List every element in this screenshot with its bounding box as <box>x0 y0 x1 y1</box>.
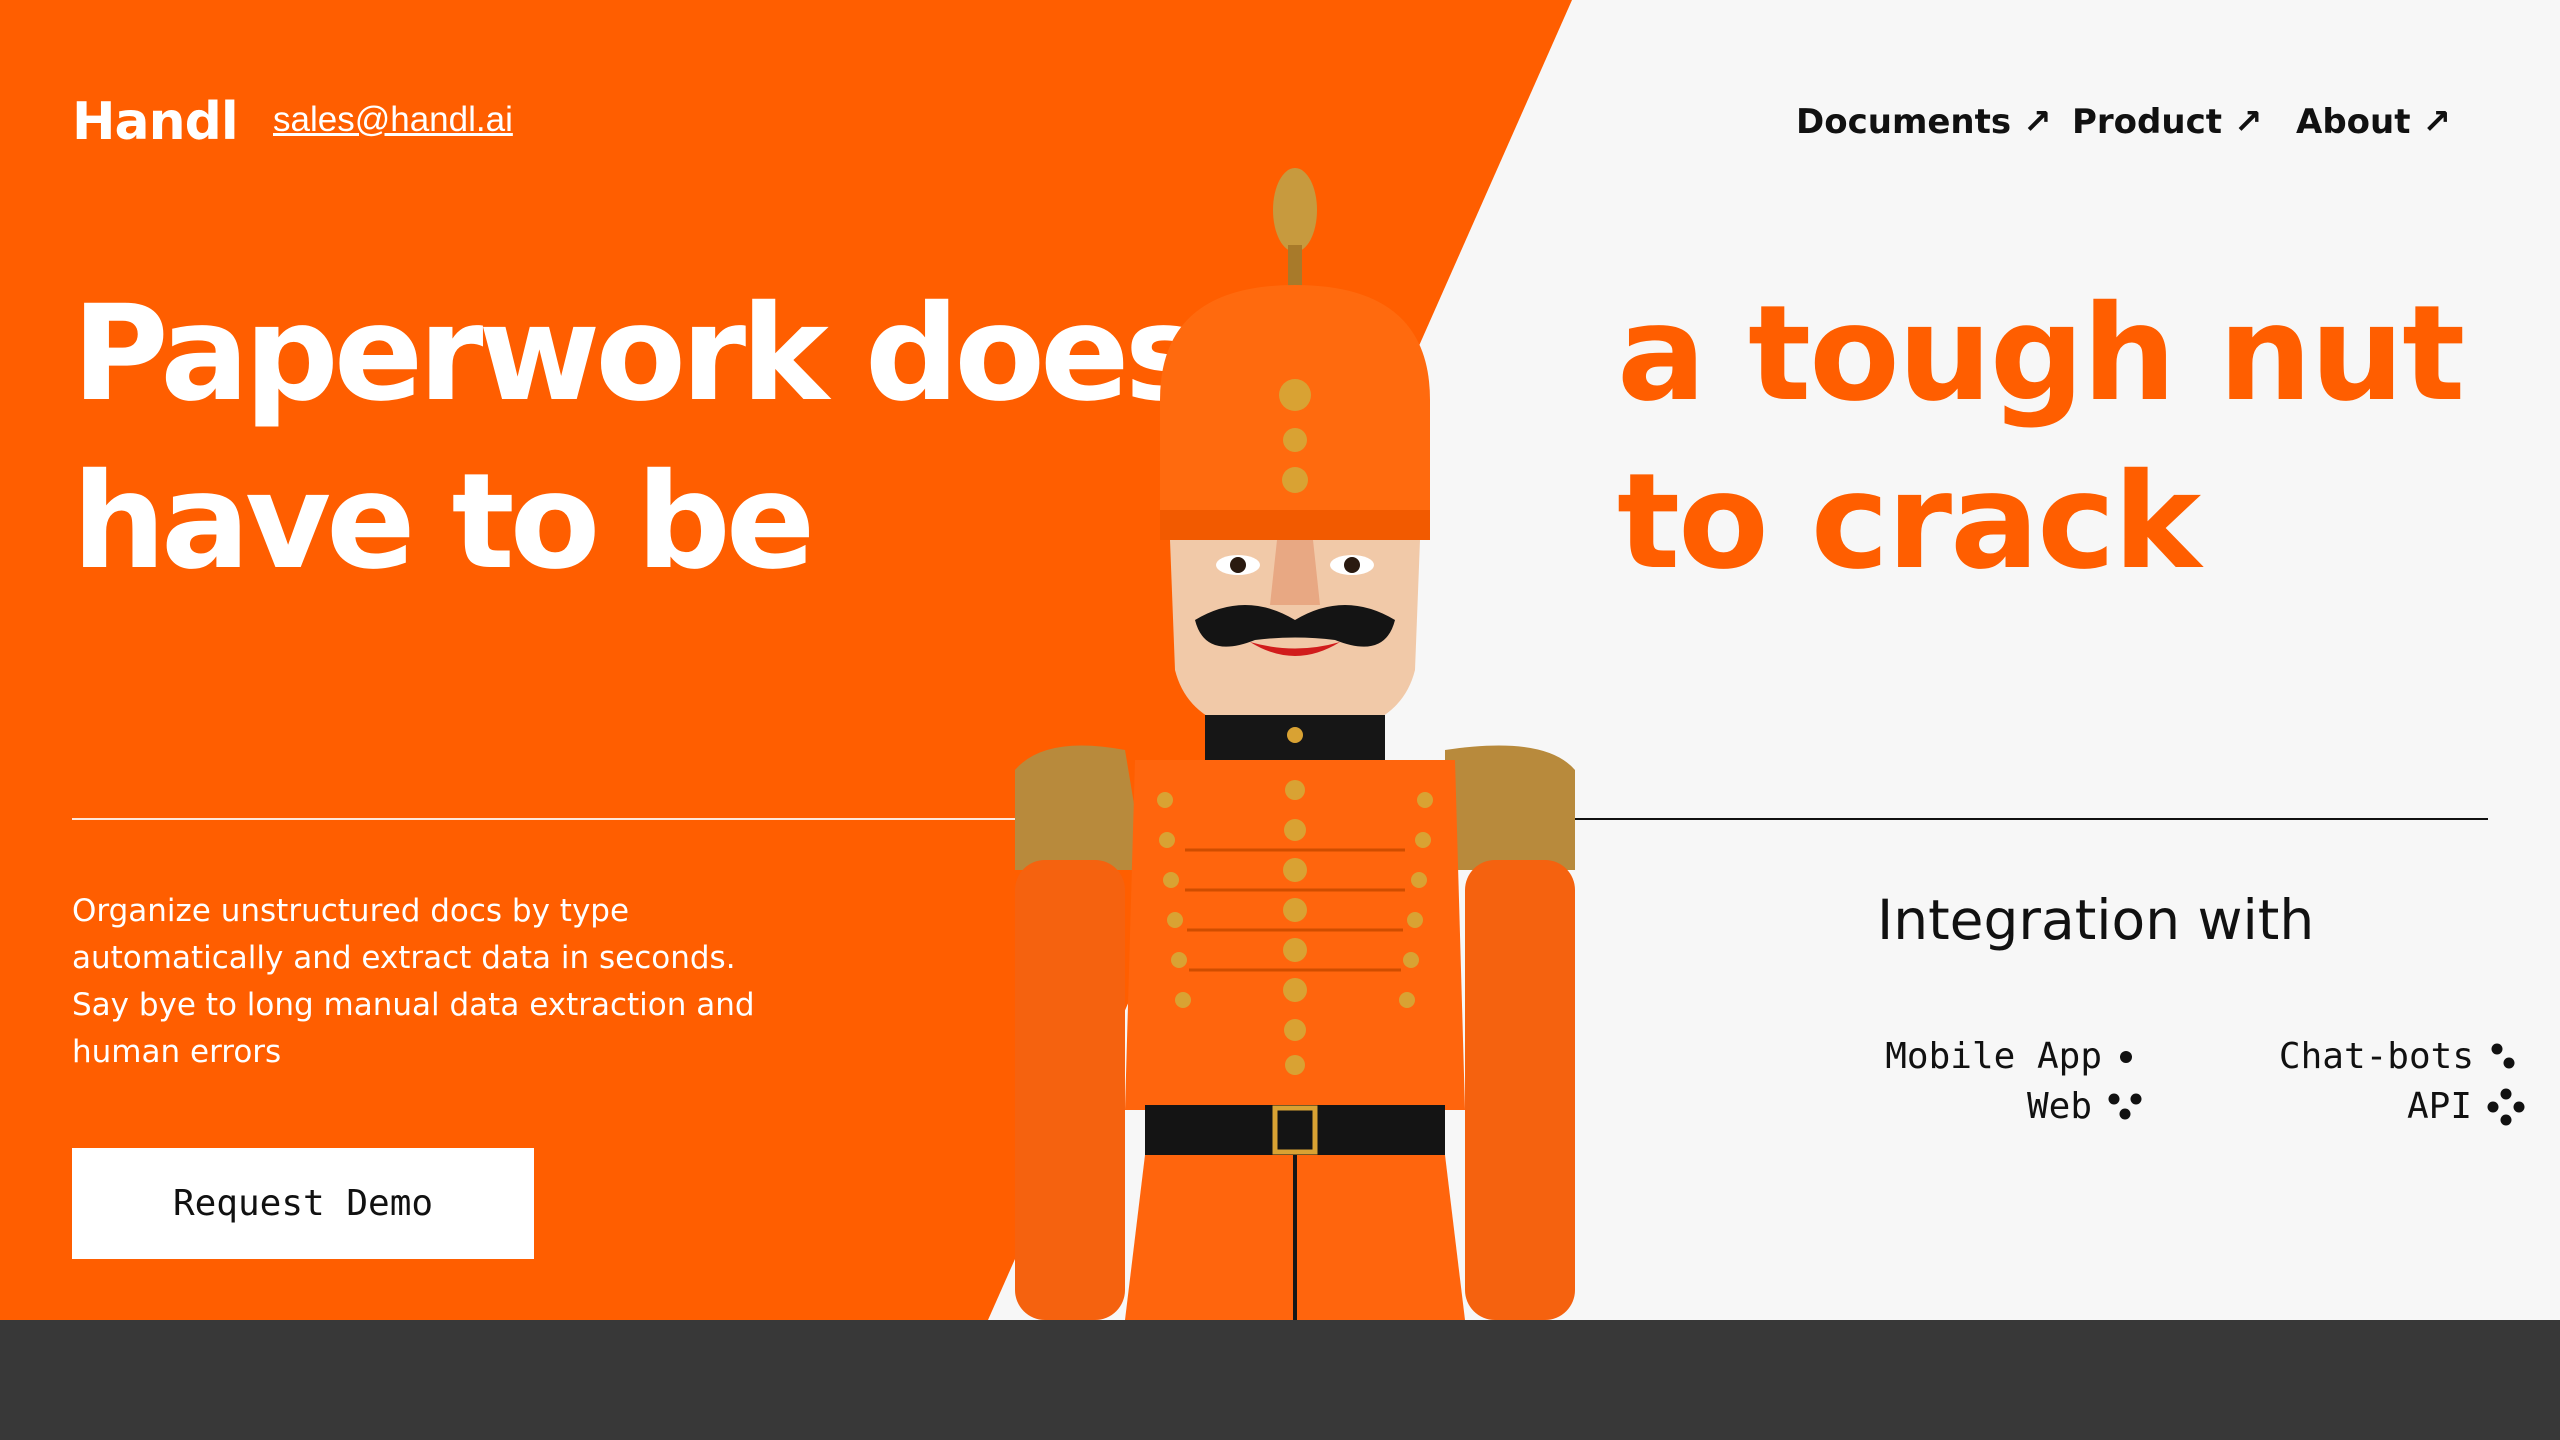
divider-right <box>1560 818 2488 820</box>
nav-about[interactable]: About ↗ <box>2296 102 2451 142</box>
nav-product-label: Product <box>2072 102 2222 142</box>
arrow-up-right-icon: ↗ <box>2023 102 2052 142</box>
four-dots-icon <box>2487 1088 2525 1125</box>
footer-band <box>0 1320 2560 1440</box>
nav-documents[interactable]: Documents ↗ <box>1796 102 2052 142</box>
integration-item-api: API <box>2407 1086 2526 1127</box>
email-link[interactable]: sales@handl.ai <box>273 100 513 140</box>
request-demo-button[interactable]: Request Demo <box>72 1148 534 1259</box>
integration-item-chat-bots: Chat-bots <box>2279 1036 2520 1077</box>
logo[interactable]: Handl <box>72 92 239 152</box>
headline-line-3: a tough nut <box>1617 277 2465 431</box>
arrow-up-right-icon: ↗ <box>2234 102 2263 142</box>
integration-label: Web <box>2026 1086 2092 1127</box>
integration-item-mobile-app: Mobile App <box>1885 1036 2136 1077</box>
headline-right: a tough nut to crack <box>1617 270 2465 606</box>
one-dot-icon <box>2120 1050 2132 1063</box>
integration-label: Mobile App <box>1885 1036 2102 1077</box>
nav-about-label: About <box>2296 102 2411 142</box>
nav-documents-label: Documents <box>1796 102 2012 142</box>
integration-label: API <box>2406 1086 2472 1127</box>
divider-left <box>72 818 1072 820</box>
headline-line-4: to crack <box>1617 445 2201 599</box>
integration-label: Chat-bots <box>2278 1036 2474 1077</box>
three-dots-icon <box>2108 1093 2142 1119</box>
hero-description: Organize unstructured docs by type autom… <box>72 893 755 1070</box>
arrow-up-right-icon: ↗ <box>2422 102 2451 142</box>
integration-title: Integration with <box>1877 888 2315 952</box>
nav-product[interactable]: Product ↗ <box>2072 102 2263 142</box>
integration-item-web: Web <box>2027 1086 2146 1127</box>
nutcracker-soldier-figure <box>1015 168 1575 1320</box>
two-dots-icon <box>2491 1043 2515 1068</box>
